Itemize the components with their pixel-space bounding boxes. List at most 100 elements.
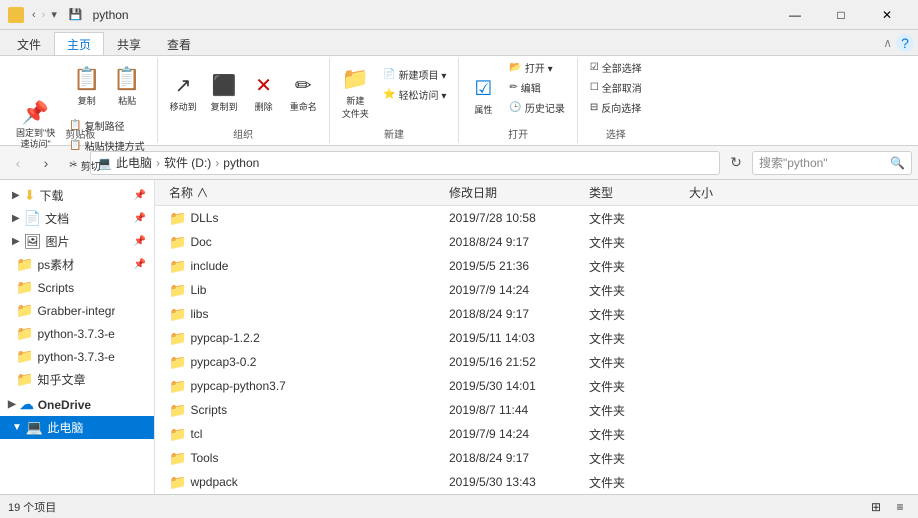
file-row-tools[interactable]: 📁 Tools 2018/8/24 9:17 文件夹 <box>155 446 918 470</box>
window-title: python <box>93 8 129 22</box>
list-view-button[interactable]: ≡ <box>890 497 910 517</box>
open-button[interactable]: 📂 打开 ▾ <box>503 58 570 77</box>
edit-button[interactable]: ✏ 编辑 <box>503 78 570 97</box>
python373-2-icon: 📁 <box>16 348 33 365</box>
tab-home[interactable]: 主页 <box>54 32 104 55</box>
tb-down-btn[interactable]: ▾ <box>51 8 57 21</box>
cut-button[interactable]: ✂ 剪切 <box>63 156 150 175</box>
include-folder-icon: 📁 <box>169 258 186 275</box>
maximize-button[interactable]: □ <box>818 0 864 30</box>
pin-icon: 📌 <box>22 100 49 126</box>
delete-button[interactable]: ✕ 删除 <box>246 63 282 123</box>
tb-forward-btn[interactable]: › <box>42 9 46 21</box>
file-row-libs[interactable]: 📁 libs 2018/8/24 9:17 文件夹 <box>155 302 918 326</box>
copy-to-button[interactable]: ⬛ 复制到 <box>205 63 244 123</box>
tab-share[interactable]: 共享 <box>104 33 154 55</box>
tab-view[interactable]: 查看 <box>154 33 204 55</box>
file-row-pypcap302[interactable]: 📁 pypcap3-0.2 2019/5/16 21:52 文件夹 <box>155 350 918 374</box>
rename-button[interactable]: ✏ 重命名 <box>284 63 323 123</box>
sidebar-pin-pictures: 📌 <box>134 236 146 247</box>
copy-to-icon: ⬛ <box>212 73 237 98</box>
ribbon-new-col: 📄 新建项目 ▾ ⭐ 轻松访问 ▾ <box>377 65 452 120</box>
sidebar-label-onedrive: OneDrive <box>38 398 91 412</box>
ribbon-group-organize: ↗ 移动到 ⬛ 复制到 ✕ 删除 ✏ 重命名 组织 <box>158 58 330 143</box>
properties-label: 属性 <box>474 103 492 116</box>
sidebar-item-ps-materials[interactable]: 📁 ps素材 📌 <box>0 253 154 276</box>
new-group-label: 新建 <box>384 126 404 141</box>
paste-icon: 📋 <box>113 66 140 92</box>
help-icon[interactable]: ? <box>896 34 914 52</box>
ribbon-collapse-btn[interactable]: ∧ <box>883 36 892 50</box>
file-row-include[interactable]: 📁 include 2019/5/5 21:36 文件夹 <box>155 254 918 278</box>
file-row-pypcap122[interactable]: 📁 pypcap-1.2.2 2019/5/11 14:03 文件夹 <box>155 326 918 350</box>
col-header-type[interactable]: 类型 <box>583 180 683 205</box>
sidebar-item-python373-2[interactable]: 📁 python-3.7.3-e <box>0 345 154 368</box>
ribbon-content: 📌 固定到"快速访问" 📋 复制 📋 粘贴 📋 <box>0 56 918 146</box>
sidebar-item-grabber[interactable]: 📁 Grabber-integr <box>0 299 154 322</box>
cut-label: 剪切 <box>81 158 101 173</box>
address-path[interactable]: 💻 此电脑 › 软件 (D:) › python <box>90 151 720 175</box>
status-bar-right: ⊞ ≡ <box>866 497 910 517</box>
ribbon-select-col: ☑ 全部选择 ☐ 全部取消 ⊟ 反向选择 <box>584 58 648 133</box>
history-button[interactable]: 🕒 历史记录 <box>503 98 570 117</box>
file-row-pypcap-python37[interactable]: 📁 pypcap-python3.7 2019/5/30 14:01 文件夹 <box>155 374 918 398</box>
ribbon-group-select: ☑ 全部选择 ☐ 全部取消 ⊟ 反向选择 选择 <box>578 58 654 143</box>
properties-button[interactable]: ☑ 属性 <box>465 66 501 126</box>
close-button[interactable]: ✕ <box>864 0 910 30</box>
expand-arrow-thispc: ▼ <box>12 422 22 433</box>
doc-type: 文件夹 <box>583 234 683 251</box>
wpdpack-name: wpdpack <box>190 475 237 489</box>
file-area: 名称 ∧ 修改日期 类型 大小 📁 DLLs 2019/7/28 10:58 文… <box>155 180 918 494</box>
invert-icon: ⊟ <box>590 102 598 113</box>
file-row-dlls[interactable]: 📁 DLLs 2019/7/28 10:58 文件夹 <box>155 206 918 230</box>
search-box[interactable]: 搜索"python" 🔍 <box>752 151 912 175</box>
sidebar-item-python373-1[interactable]: 📁 python-3.7.3-e <box>0 322 154 345</box>
move-to-button[interactable]: ↗ 移动到 <box>164 63 203 123</box>
minimize-button[interactable]: — <box>772 0 818 30</box>
sidebar-item-documents[interactable]: ▶ 📄 文档 📌 <box>0 207 154 230</box>
new-item-button[interactable]: 📄 新建项目 ▾ <box>377 65 452 84</box>
documents-icon: 📄 <box>24 210 41 227</box>
file-row-lib[interactable]: 📁 Lib 2019/7/9 14:24 文件夹 <box>155 278 918 302</box>
col-header-name[interactable]: 名称 ∧ <box>163 180 443 205</box>
pypcap122-folder-icon: 📁 <box>169 330 186 347</box>
refresh-button[interactable]: ↻ <box>724 151 748 175</box>
paste-button[interactable]: 📋 粘贴 <box>107 58 146 114</box>
sidebar-item-pictures[interactable]: ▶ 🖼 图片 📌 <box>0 230 154 253</box>
delete-icon: ✕ <box>255 73 272 98</box>
paste-shortcut-icon: 📋 <box>69 140 81 151</box>
tcl-type: 文件夹 <box>583 426 683 443</box>
sidebar-label-scripts: Scripts <box>37 281 74 295</box>
select-all-button[interactable]: ☑ 全部选择 <box>584 58 648 77</box>
ps-materials-icon: 📁 <box>16 256 33 273</box>
pin-to-quick-access-button[interactable]: 📌 固定到"快速访问" <box>10 95 61 155</box>
tcl-name: tcl <box>190 427 202 441</box>
file-row-doc[interactable]: 📁 Doc 2018/8/24 9:17 文件夹 <box>155 230 918 254</box>
file-row-wpdpack[interactable]: 📁 wpdpack 2019/5/30 13:43 文件夹 <box>155 470 918 494</box>
sidebar-item-this-pc[interactable]: ▼ 💻 此电脑 <box>0 416 154 439</box>
grid-view-button[interactable]: ⊞ <box>866 497 886 517</box>
easy-access-icon: ⭐ <box>383 89 395 100</box>
tb-back-btn[interactable]: ‹ <box>32 9 36 21</box>
col-header-date[interactable]: 修改日期 <box>443 180 583 205</box>
sidebar-section-onedrive[interactable]: ▶ ☁ OneDrive <box>0 391 154 416</box>
sidebar-item-scripts[interactable]: 📁 Scripts <box>0 276 154 299</box>
copy-icon: 📋 <box>73 66 100 92</box>
clipboard-group-label: 剪贴板 <box>65 126 95 141</box>
move-to-icon: ↗ <box>175 73 192 98</box>
copy-button[interactable]: 📋 复制 <box>67 58 106 114</box>
sidebar-item-zhihu[interactable]: 📁 知乎文章 <box>0 368 154 391</box>
pypcap122-name: pypcap-1.2.2 <box>190 331 259 345</box>
easy-access-button[interactable]: ⭐ 轻松访问 ▾ <box>377 85 452 104</box>
file-row-scripts[interactable]: 📁 Scripts 2019/8/7 11:44 文件夹 <box>155 398 918 422</box>
invert-selection-button[interactable]: ⊟ 反向选择 <box>584 98 648 117</box>
main-area: ▶ ⬇ 下载 📌 ▶ 📄 文档 📌 ▶ 🖼 图片 📌 📁 ps素材 📌 📁 Sc <box>0 180 918 494</box>
path-folder: python <box>223 156 259 170</box>
deselect-all-button[interactable]: ☐ 全部取消 <box>584 78 648 97</box>
tab-file[interactable]: 文件 <box>4 33 54 55</box>
search-placeholder: 搜索"python" <box>759 154 828 171</box>
col-header-size[interactable]: 大小 <box>683 180 763 205</box>
file-row-tcl[interactable]: 📁 tcl 2019/7/9 14:24 文件夹 <box>155 422 918 446</box>
new-folder-button[interactable]: 📁 新建文件夹 <box>336 63 375 123</box>
select-group-label: 选择 <box>606 126 626 141</box>
